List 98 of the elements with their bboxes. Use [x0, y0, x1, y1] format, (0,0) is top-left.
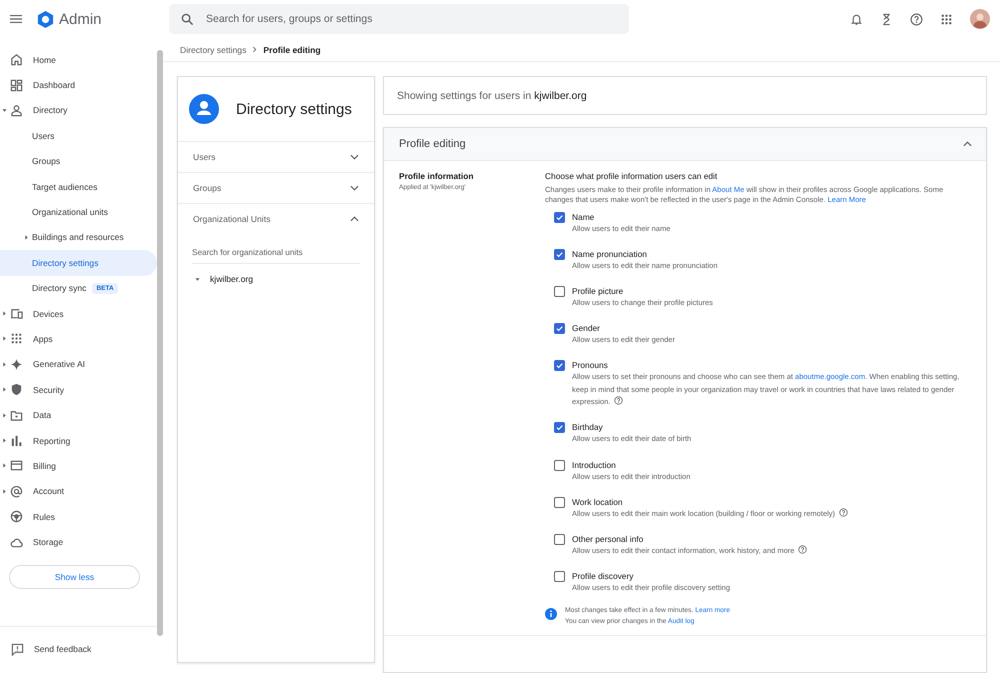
- option-label: Birthday: [572, 421, 604, 434]
- caret-icon: [195, 276, 200, 282]
- person-icon: [189, 94, 219, 124]
- card-icon: [10, 459, 23, 472]
- caret-icon: [2, 412, 7, 418]
- org-unit-item[interactable]: kjwilber.org: [178, 264, 374, 284]
- apps-grid-icon: [10, 332, 23, 346]
- checkbox[interactable]: [554, 570, 565, 582]
- section-header[interactable]: Users: [178, 142, 374, 173]
- option-label: Profile discovery: [572, 570, 634, 582]
- nav-item[interactable]: Billing: [0, 453, 157, 479]
- nav-item[interactable]: Generative AI: [0, 352, 157, 378]
- caret-icon: [2, 438, 7, 444]
- home-icon: [10, 53, 23, 66]
- show-less-button[interactable]: Show less: [9, 564, 140, 589]
- option-label: Profile picture: [572, 285, 624, 298]
- caret-icon: [2, 488, 7, 494]
- section-header[interactable]: Organizational Units: [178, 204, 374, 234]
- option-label: Name pronunciation: [572, 248, 648, 260]
- nav-item[interactable]: Dashboard: [0, 72, 157, 98]
- checkbox[interactable]: [554, 286, 565, 298]
- nav-item[interactable]: Account: [0, 478, 157, 504]
- nav-item[interactable]: Reporting: [0, 428, 157, 454]
- checkbox[interactable]: [554, 323, 565, 334]
- nav-item[interactable]: Data: [0, 402, 157, 428]
- nav-subitem[interactable]: Organizational units: [0, 199, 157, 225]
- nav-subitem[interactable]: Directory settings: [0, 250, 157, 276]
- setting-heading: Choose what profile information users can edit: [545, 171, 718, 181]
- help-icon[interactable]: [614, 396, 624, 406]
- logo-icon: [36, 10, 55, 28]
- at-sign-icon: [10, 484, 23, 498]
- nav-item[interactable]: Security: [0, 377, 157, 402]
- caret-icon: [2, 387, 7, 392]
- help-icon[interactable]: [798, 544, 808, 554]
- nav-item[interactable]: Home: [0, 47, 157, 72]
- nav-subitem[interactable]: Users: [0, 123, 157, 149]
- option-label: Introduction: [572, 458, 617, 471]
- help-icon[interactable]: [839, 508, 848, 517]
- info-icon: [545, 608, 557, 620]
- steering-wheel-icon: [10, 510, 23, 524]
- panel-title: Profile editing: [399, 138, 466, 150]
- nav-item[interactable]: Devices: [0, 300, 157, 326]
- apps-grid-icon[interactable]: [940, 12, 953, 26]
- checkbox[interactable]: [554, 422, 565, 434]
- chevron-icon: [350, 216, 359, 222]
- nav-subitem[interactable]: Groups: [0, 148, 157, 174]
- checkbox[interactable]: [554, 212, 565, 223]
- app-title: Admin: [59, 10, 103, 28]
- option-label: Pronouns: [572, 359, 609, 372]
- setting-name: Profile information: [399, 171, 474, 181]
- nav-item[interactable]: Rules: [0, 504, 157, 530]
- shield-icon: [10, 383, 23, 396]
- chevron-icon: [350, 154, 359, 160]
- option-label: Gender: [572, 322, 601, 334]
- breadcrumb-current: Profile editing: [263, 44, 321, 54]
- checkbox[interactable]: [554, 360, 565, 372]
- feedback-icon: [11, 642, 24, 656]
- avatar-icon[interactable]: [970, 9, 990, 29]
- nav-item[interactable]: Directory: [0, 98, 157, 124]
- checkbox[interactable]: [554, 534, 565, 545]
- send-feedback-link[interactable]: Send feedback: [0, 626, 157, 671]
- caret-icon: [2, 463, 7, 468]
- search-icon: [181, 12, 194, 26]
- caret-icon: [2, 336, 7, 342]
- panel-header[interactable]: Profile editing: [384, 128, 986, 161]
- nav-subitem[interactable]: Buildings and resources: [0, 224, 157, 250]
- checkbox[interactable]: [554, 249, 565, 260]
- nav-subitem[interactable]: Target audiences: [0, 174, 157, 200]
- nav-item[interactable]: Storage: [0, 529, 157, 555]
- folder-icon: [10, 408, 23, 422]
- card-title: Directory settings: [236, 100, 352, 118]
- section-header[interactable]: Groups: [178, 173, 374, 204]
- breadcrumb-link[interactable]: Directory settings: [180, 44, 246, 54]
- caret-icon: [2, 108, 7, 113]
- devices-icon: [10, 307, 23, 320]
- scrollbar[interactable]: [157, 50, 163, 636]
- chevron-icon: [963, 141, 972, 147]
- cloud-icon: [10, 536, 23, 549]
- nav-item[interactable]: Apps: [0, 326, 157, 352]
- help-icon[interactable]: [910, 12, 923, 26]
- checkbox[interactable]: [554, 496, 565, 508]
- bell-icon[interactable]: [850, 12, 863, 26]
- person-icon: [10, 104, 23, 117]
- checkbox[interactable]: [554, 460, 565, 471]
- scope-text: Showing settings for users in kjwilber.org: [397, 90, 587, 102]
- caret-icon: [2, 362, 7, 367]
- bar-chart-icon: [10, 434, 23, 448]
- option-label: Other personal info: [572, 532, 644, 545]
- dashboard-icon: [10, 78, 23, 92]
- chevron-right-icon: [252, 46, 258, 53]
- chevron-icon: [350, 185, 359, 191]
- option-label: Name: [572, 211, 596, 223]
- caret-icon: [2, 311, 7, 316]
- menu-icon[interactable]: [10, 14, 22, 24]
- sparkle-icon: [10, 358, 23, 371]
- caret-icon: [24, 234, 28, 240]
- option-label: Work location: [572, 496, 624, 508]
- search-field[interactable]: Search for users, groups or settings: [169, 4, 629, 34]
